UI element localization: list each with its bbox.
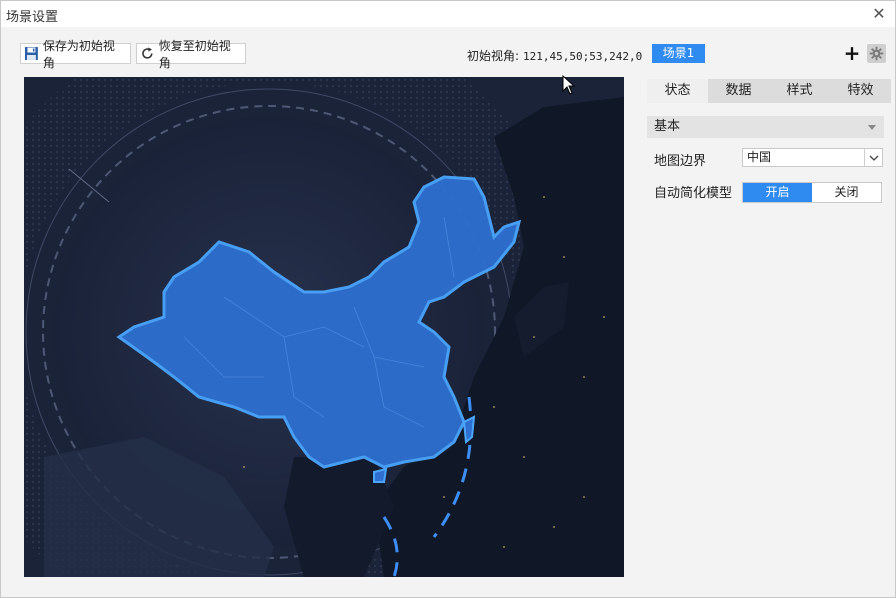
auto-simplify-label: 自动简化模型 [654, 186, 733, 201]
basic-group-header[interactable]: 基本 [647, 116, 884, 138]
map-border-value: 中国 [747, 150, 772, 164]
tab-effects[interactable]: 特效 [830, 79, 891, 103]
scene-tab[interactable]: 场景1 [652, 44, 705, 63]
initial-view-label: 初始视角: [467, 49, 520, 63]
scene-settings-window: 场景设置 ✕ 保存为初始视角 恢复至初始视角 初始视角: 121,45,50;53… [0, 0, 896, 598]
panel-tab-bar: 状态 数据 样式 特效 [647, 79, 891, 103]
refresh-icon [142, 47, 153, 59]
restore-button-label: 恢复至初始视角 [158, 38, 231, 70]
save-initial-view-button[interactable]: 保存为初始视角 [20, 39, 131, 70]
settings-button[interactable] [867, 44, 886, 63]
tab-style[interactable]: 样式 [769, 79, 830, 103]
restore-initial-view-button[interactable]: 恢复至初始视角 [136, 39, 246, 70]
chevron-down-icon [864, 149, 882, 166]
map-viewport[interactable] [24, 77, 624, 577]
add-scene-button[interactable]: + [843, 43, 861, 64]
initial-view-value: 121,45,50;53,242,0 [523, 50, 643, 63]
initial-view-readout: 初始视角: 121,45,50;53,242,0 [467, 47, 642, 64]
china-map-graphic [24, 77, 624, 577]
tab-status[interactable]: 状态 [647, 79, 708, 103]
map-border-select[interactable]: 中国 [742, 148, 883, 167]
tab-data[interactable]: 数据 [708, 79, 769, 103]
auto-simplify-toggle: 开启 关闭 [742, 182, 882, 203]
save-icon [24, 47, 38, 60]
mouse-pointer-icon [562, 75, 576, 95]
title-bar: 场景设置 ✕ [1, 1, 895, 27]
window-title: 场景设置 [6, 10, 59, 25]
basic-group-title: 基本 [654, 119, 681, 134]
collapse-caret-icon [868, 125, 876, 130]
gear-icon [869, 46, 884, 61]
close-button[interactable]: ✕ [869, 4, 889, 24]
map-border-label: 地图边界 [654, 154, 707, 169]
toggle-on-option[interactable]: 开启 [743, 183, 812, 202]
toggle-off-option[interactable]: 关闭 [812, 183, 881, 202]
save-button-label: 保存为初始视角 [42, 38, 115, 70]
